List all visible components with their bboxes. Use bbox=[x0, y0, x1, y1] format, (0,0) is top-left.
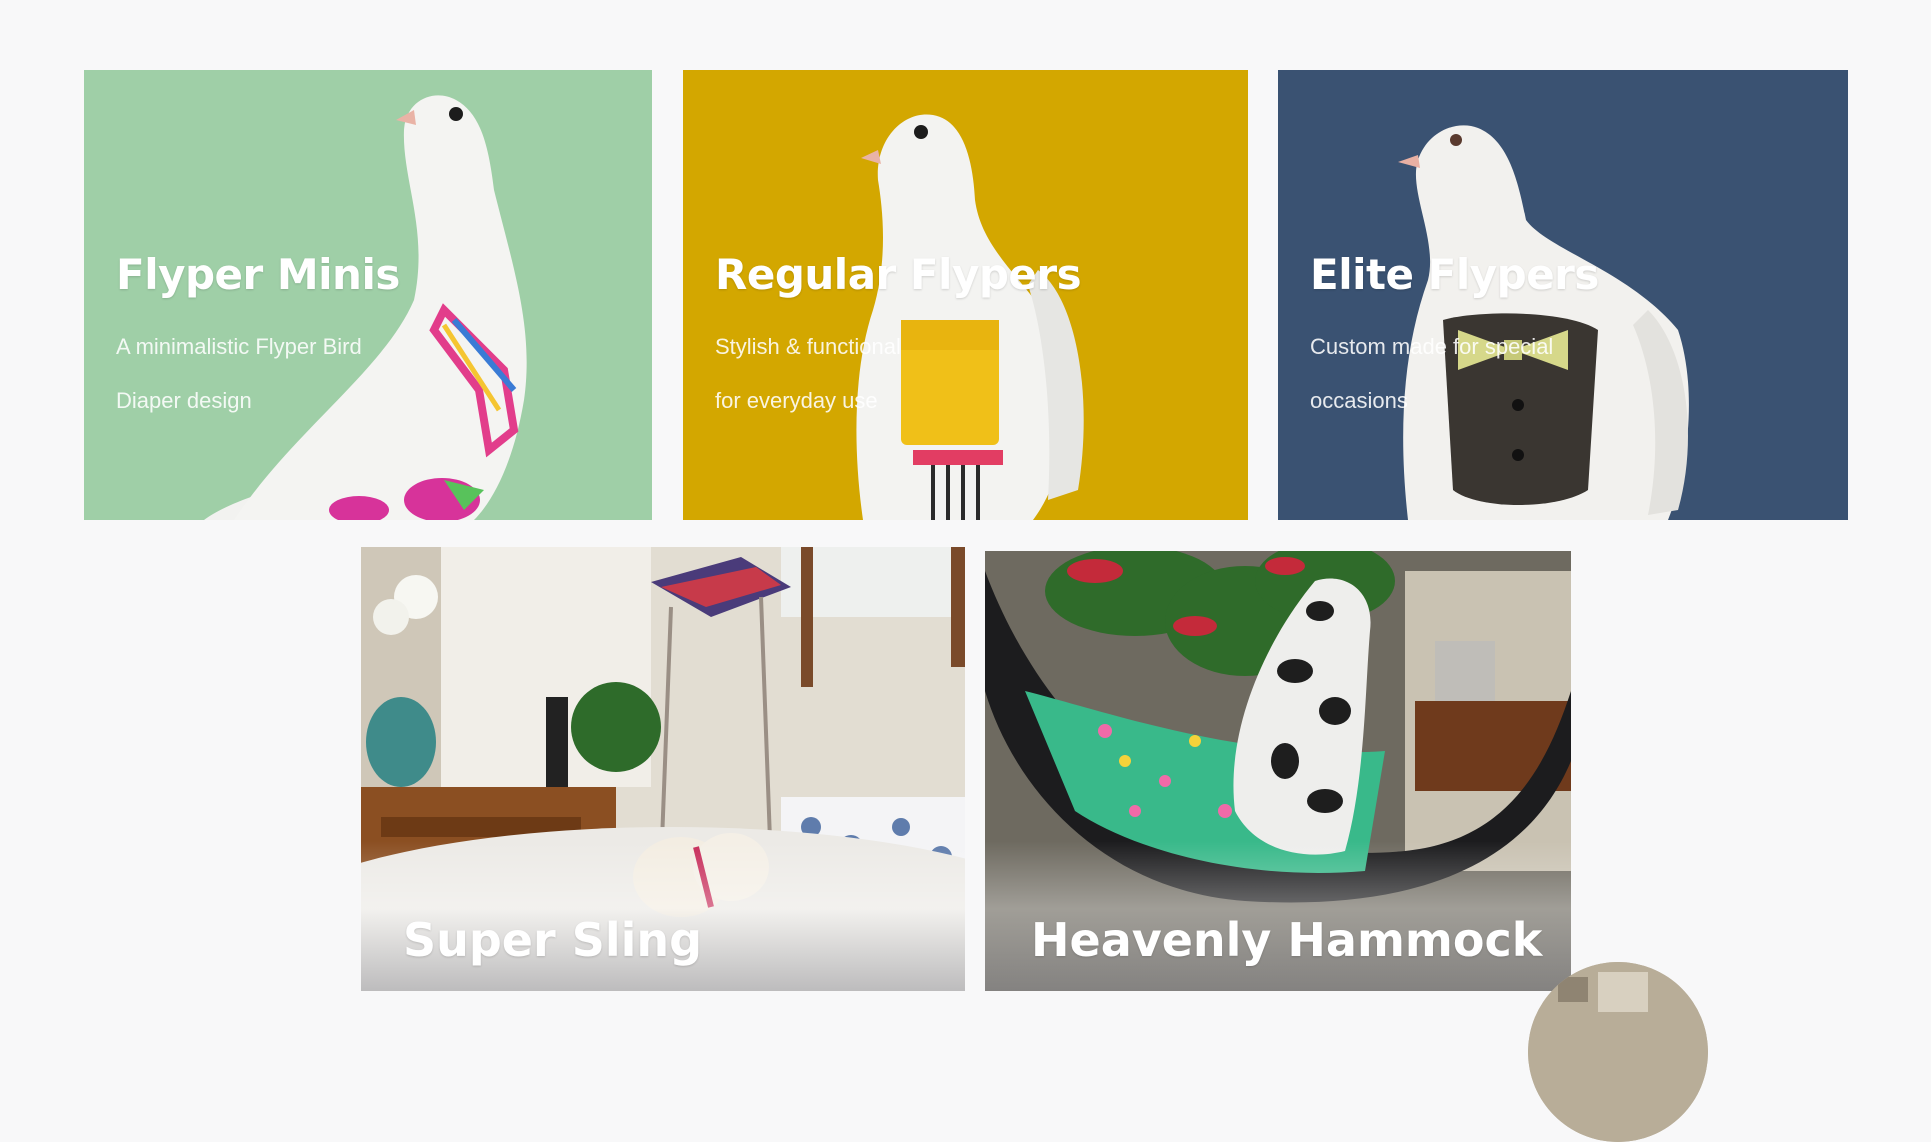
product-card-elite-flypers[interactable]: Elite Flypers Custom made for special oc… bbox=[1278, 70, 1848, 520]
partial-circular-image bbox=[1528, 962, 1708, 1142]
product-card-flyper-minis[interactable]: Flyper Minis A minimalistic Flyper Bird … bbox=[84, 70, 652, 520]
product-title: Elite Flypers bbox=[1310, 250, 1599, 299]
product-description: Stylish & functional for everyday use bbox=[715, 320, 1075, 428]
product-description-line: Custom made for special bbox=[1310, 334, 1554, 359]
product-description-line: Diaper design bbox=[116, 388, 252, 413]
product-title: Flyper Minis bbox=[116, 250, 400, 299]
product-description-line: Stylish & functional bbox=[715, 334, 901, 359]
product-description-line: for everyday use bbox=[715, 388, 878, 413]
product-title: Regular Flypers bbox=[715, 250, 1082, 299]
accessory-title: Super Sling bbox=[403, 913, 703, 967]
product-description-line: occasions bbox=[1310, 388, 1408, 413]
accessory-card-super-sling[interactable]: Super Sling bbox=[361, 547, 965, 991]
product-description-line: A minimalistic Flyper Bird bbox=[116, 334, 362, 359]
circular-photo bbox=[1528, 962, 1708, 1142]
product-card-regular-flypers[interactable]: Regular Flypers Stylish & functional for… bbox=[683, 70, 1248, 520]
product-description: A minimalistic Flyper Bird Diaper design bbox=[116, 320, 476, 428]
product-description: Custom made for special occasions bbox=[1310, 320, 1670, 428]
accessory-card-heavenly-hammock[interactable]: Heavenly Hammock bbox=[985, 551, 1571, 991]
accessory-title: Heavenly Hammock bbox=[1031, 913, 1543, 967]
